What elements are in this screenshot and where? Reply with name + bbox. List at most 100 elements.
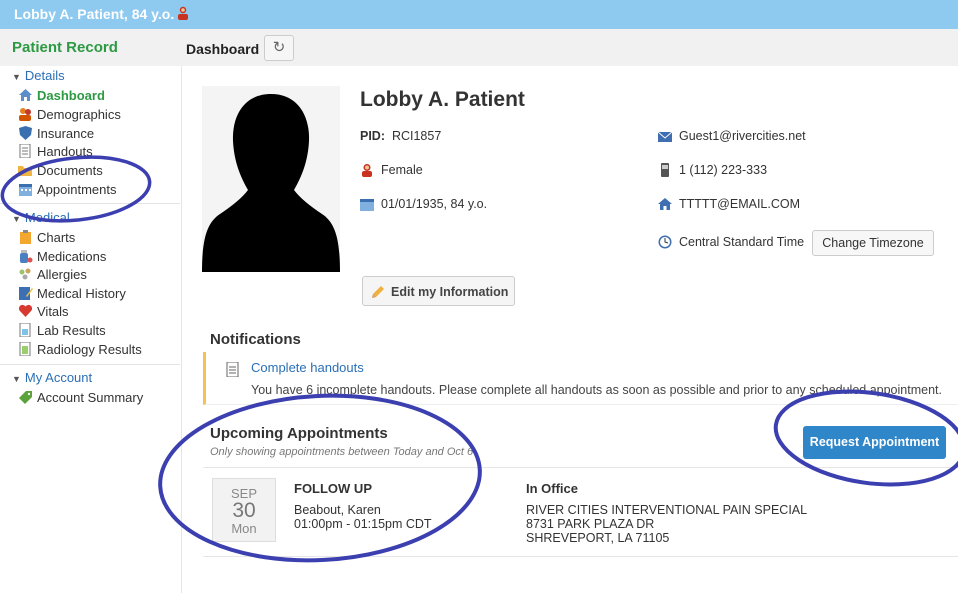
appointment-provider: Beabout, Karen [294, 503, 381, 517]
sidebar-item-label: Documents [37, 163, 103, 178]
sidebar-item-dashboard[interactable]: Dashboard [18, 88, 105, 106]
female-user-icon [178, 6, 188, 20]
patient-dob: 01/01/1935, 84 y.o. [360, 197, 487, 211]
email-value: Guest1@rivercities.net [679, 129, 806, 143]
edit-information-button[interactable]: Edit my Information [362, 276, 515, 306]
pencil-icon [372, 286, 384, 298]
phone-value: 1 (112) 223-333 [679, 163, 768, 177]
sidebar-item-label: Vitals [37, 304, 69, 319]
sidebar-item-label: Allergies [37, 267, 87, 282]
sidebar-item-radiology-results[interactable]: Radiology Results [18, 342, 142, 360]
patient-header-bar: Lobby A. Patient, 84 y.o. [0, 0, 958, 29]
sidebar-section-my-account[interactable]: ▼ My Account [12, 370, 92, 385]
sidebar-item-label: Appointments [37, 182, 117, 197]
appointments-heading: Upcoming Appointments [210, 425, 388, 442]
sidebar-item-appointments[interactable]: Appointments [18, 182, 117, 200]
tag-icon [19, 391, 32, 404]
notifications-heading: Notifications [210, 331, 301, 348]
appointment-type: FOLLOW UP [294, 481, 372, 496]
notification-item: Complete handouts You have 6 incomplete … [203, 352, 958, 405]
history-icon [19, 287, 33, 300]
dob-value: 01/01/1935, 84 y.o. [381, 197, 488, 211]
sidebar-item-account-summary[interactable]: Account Summary [18, 390, 143, 408]
sidebar-section-details[interactable]: ▼ Details [12, 68, 65, 83]
page-title: Dashboard [186, 41, 260, 57]
section-label: My Account [24, 370, 93, 385]
appointment-address-line2: SHREVEPORT, LA 71105 [526, 531, 670, 545]
edit-label: Edit my Information [391, 285, 509, 299]
caret-down-icon: ▼ [12, 214, 21, 224]
refresh-button[interactable]: ↻ [264, 35, 294, 61]
sidebar-item-label: Insurance [37, 126, 95, 141]
patient-email: Guest1@rivercities.net [658, 129, 806, 143]
annotation-oval-upcoming [158, 393, 482, 563]
section-label: Details [24, 68, 65, 83]
caret-down-icon: ▼ [12, 374, 21, 384]
shield-icon [19, 126, 32, 140]
lab-icon [19, 323, 31, 337]
clipboard-icon [20, 230, 31, 244]
sidebar-divider [0, 364, 180, 365]
section-label: Medical [24, 210, 70, 225]
appointment-facility: RIVER CITIES INTERVENTIONAL PAIN SPECIAL [526, 503, 808, 517]
people-icon [19, 108, 31, 121]
sidebar-item-handouts[interactable]: Handouts [18, 144, 93, 162]
patient-home-email: TTTTT@EMAIL.COM [658, 197, 800, 211]
sidebar-item-label: Handouts [37, 144, 93, 159]
sidebar-item-charts[interactable]: Charts [18, 230, 75, 248]
sidebar-item-lab-results[interactable]: Lab Results [18, 323, 106, 341]
clock-icon [658, 235, 672, 249]
change-timezone-button[interactable]: Change Timezone [812, 230, 934, 256]
calendar-icon [360, 199, 374, 211]
gender-value: Female [381, 163, 423, 177]
appointment-weekday: Mon [231, 521, 257, 536]
patient-timezone: Central Standard Time [658, 235, 804, 249]
document-icon [19, 144, 31, 158]
record-title: Patient Record [12, 39, 118, 56]
timezone-value: Central Standard Time [679, 235, 805, 249]
sidebar-item-allergies[interactable]: Allergies [18, 267, 87, 285]
appointment-location-type: In Office [526, 481, 579, 496]
request-appointment-button[interactable]: Request Appointment [803, 426, 946, 459]
home-icon [19, 89, 32, 101]
heart-icon [18, 304, 33, 317]
sidebar-item-label: Medical History [37, 286, 126, 301]
folder-icon [18, 166, 32, 176]
notification-text: You have 6 incomplete handouts. Please c… [251, 383, 942, 397]
sidebar-item-label: Dashboard [37, 88, 105, 103]
sidebar-item-documents[interactable]: Documents [18, 163, 103, 181]
sidebar-item-insurance[interactable]: Insurance [18, 126, 94, 144]
divider [203, 556, 958, 557]
sidebar-item-demographics[interactable]: Demographics [18, 107, 121, 125]
silhouette-image [202, 86, 340, 272]
sidebar-item-label: Lab Results [37, 323, 106, 338]
sidebar-divider [0, 203, 180, 204]
phone-icon [661, 163, 669, 177]
sidebar-item-label: Medications [37, 249, 107, 264]
envelope-icon [658, 131, 672, 142]
allergy-icon [19, 268, 31, 280]
sidebar-section-medical[interactable]: ▼ Medical [12, 210, 70, 225]
sidebar-item-medical-history[interactable]: Medical History [18, 286, 126, 304]
sidebar-item-medications[interactable]: Medications [18, 249, 106, 267]
home-email-value: TTTTT@EMAIL.COM [679, 197, 801, 211]
document-icon [226, 362, 239, 377]
sidebar-item-label: Charts [37, 230, 76, 245]
pid-label: PID: [360, 129, 385, 143]
patient-phone: 1 (112) 223-333 [658, 163, 767, 177]
appointments-subtitle: Only showing appointments between Today … [210, 446, 474, 458]
caret-down-icon: ▼ [12, 72, 21, 82]
patient-gender: Female [360, 163, 423, 177]
patient-pid: PID: RCI1857 [360, 129, 441, 143]
notification-title-link[interactable]: Complete handouts [251, 360, 364, 375]
appointment-time: 01:00pm - 01:15pm CDT [294, 517, 432, 531]
refresh-icon: ↻ [272, 39, 286, 56]
appointment-day: 30 [232, 499, 256, 522]
appointment-date-badge: SEP 30 Mon [212, 478, 276, 542]
sidebar-item-label: Demographics [37, 107, 121, 122]
sidebar-item-label: Radiology Results [37, 342, 142, 357]
radiology-icon [19, 342, 31, 356]
appointment-address-line1: 8731 PARK PLAZA DR [526, 517, 655, 531]
page-toolbar [0, 29, 958, 66]
sidebar-item-vitals[interactable]: Vitals [18, 304, 69, 322]
